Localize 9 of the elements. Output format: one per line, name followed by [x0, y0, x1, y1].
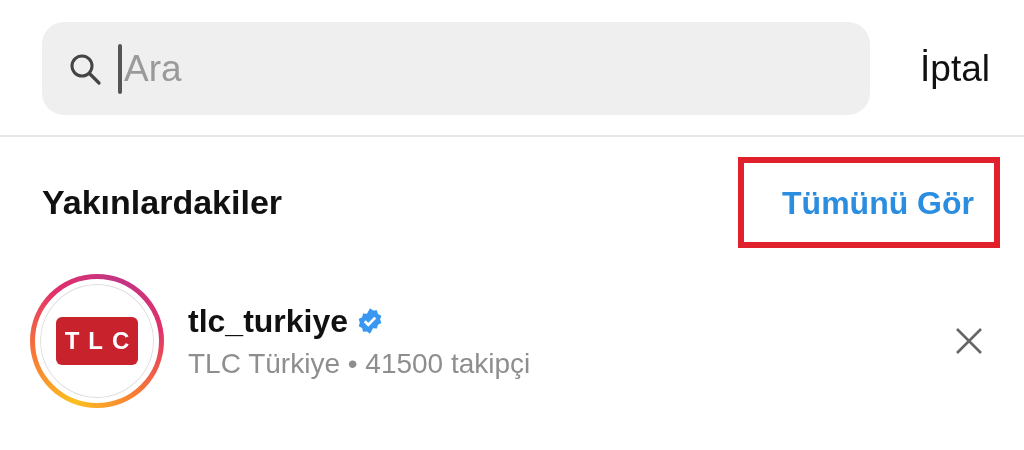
avatar[interactable]: TLC	[30, 274, 164, 408]
search-field[interactable]: Ara	[42, 22, 870, 115]
section-title: Yakınlardakiler	[42, 183, 283, 222]
see-all-link[interactable]: Tümünü Gör	[738, 157, 1000, 248]
user-subtitle: TLC Türkiye • 41500 takipçi	[188, 347, 531, 380]
username: tlc_turkiye	[188, 302, 349, 340]
close-icon[interactable]	[954, 326, 984, 356]
cancel-link[interactable]: İptal	[920, 47, 990, 90]
channel-logo: TLC	[55, 317, 139, 365]
